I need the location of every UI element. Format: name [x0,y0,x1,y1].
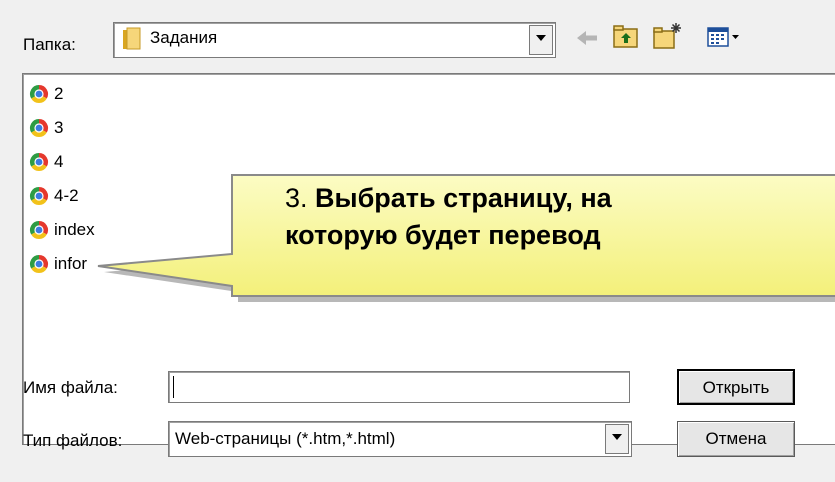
new-folder-icon[interactable] [652,21,684,51]
filetype-value: Web-страницы (*.htm,*.html) [175,429,396,448]
folder-value: Задания [150,28,218,47]
filetype-label: Тип файлов: [23,431,123,450]
file-item[interactable]: infor [29,250,87,278]
chrome-icon [29,255,49,274]
folder-label: Папка: [23,35,76,54]
filetype-dropdown-button[interactable] [605,424,629,454]
chrome-icon [29,85,49,104]
file-name: 3 [54,118,64,137]
chevron-down-icon [536,35,546,41]
chevron-down-icon [612,434,622,440]
file-item[interactable]: 2 [29,80,63,108]
folder-icon [123,27,141,50]
filename-label: Имя файла: [23,378,118,397]
file-name: infor [54,254,88,273]
file-item[interactable]: 4-2 [29,182,79,210]
text-caret [173,376,174,398]
chrome-icon [29,221,49,240]
chrome-icon [29,187,49,206]
file-item[interactable]: 4 [29,148,63,176]
filetype-combobox[interactable]: Web-страницы (*.htm,*.html) [168,421,632,457]
cancel-button[interactable]: Отмена [677,421,795,457]
folder-combobox[interactable]: Задания [113,22,556,58]
file-name: 2 [54,84,64,103]
file-item[interactable]: 3 [29,114,63,142]
file-name: 4-2 [54,186,79,205]
file-name: index [54,220,95,239]
open-button-label: Открыть [702,378,770,397]
cancel-button-label: Отмена [705,429,767,448]
back-arrow-icon[interactable] [573,26,601,50]
view-menu-icon[interactable] [707,26,743,50]
file-name: 4 [54,152,64,171]
folder-dropdown-button[interactable] [529,25,553,55]
chrome-icon [29,153,49,172]
chrome-icon [29,119,49,138]
folder-up-icon[interactable] [612,24,640,50]
open-button[interactable]: Открыть [677,369,795,405]
file-item[interactable]: index [29,216,95,244]
filename-input[interactable] [168,371,630,403]
